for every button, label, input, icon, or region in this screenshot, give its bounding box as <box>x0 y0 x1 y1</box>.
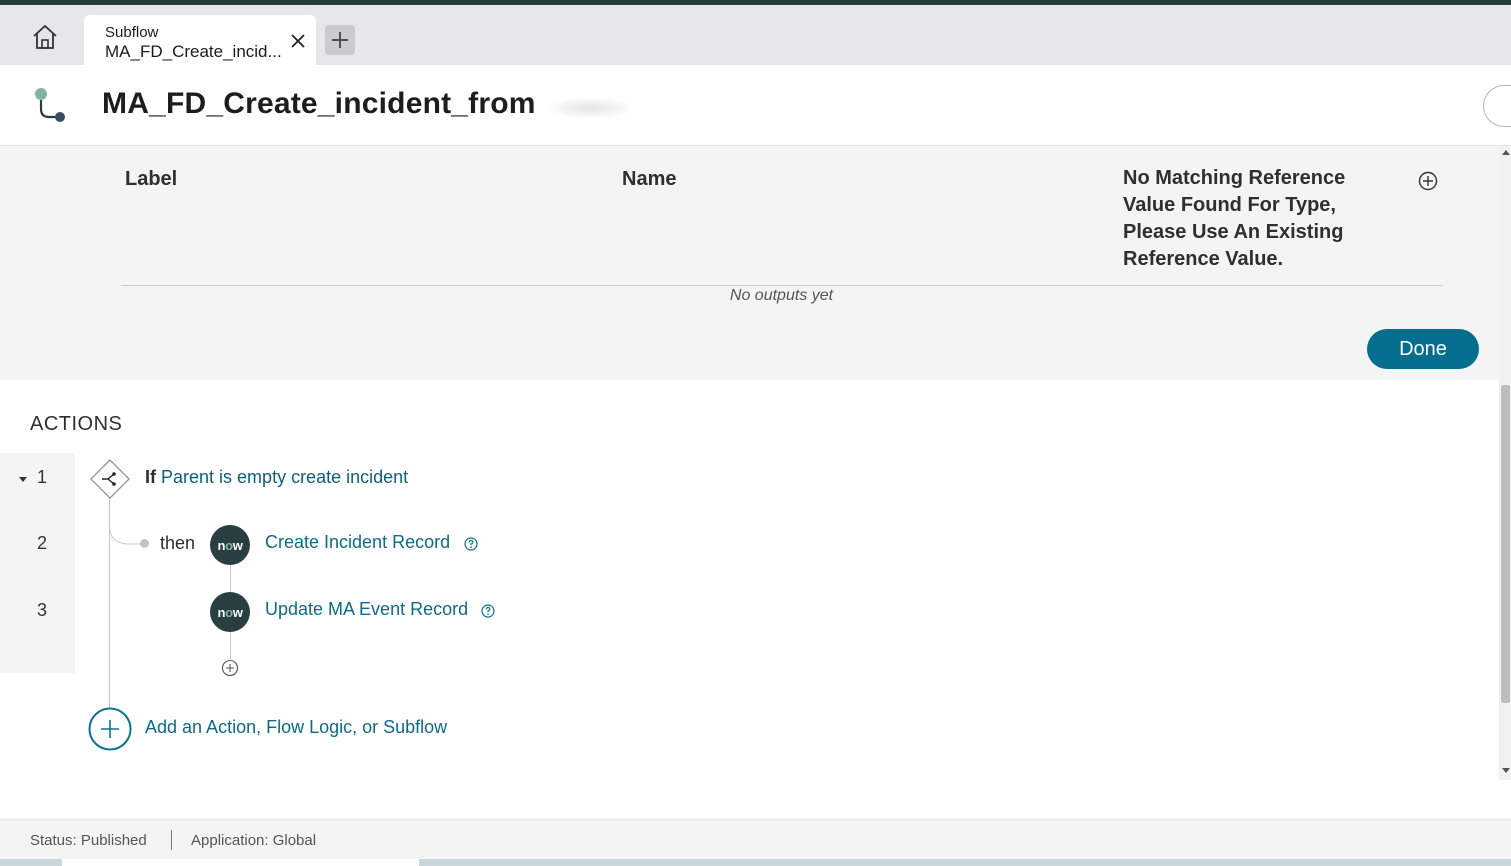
header-toggle-button[interactable] <box>1483 85 1511 127</box>
flow-header: MA_FD_Create_incident_from <box>0 65 1511 146</box>
help-icon[interactable] <box>481 604 495 618</box>
action-create-incident-record[interactable]: Create Incident Record <box>265 532 450 553</box>
done-button[interactable]: Done <box>1367 329 1479 369</box>
home-button[interactable] <box>24 19 66 55</box>
if-condition[interactable]: If Parent is empty create incident <box>145 467 408 488</box>
subflow-icon <box>35 88 65 122</box>
action-update-ma-event-record[interactable]: Update MA Event Record <box>265 599 468 620</box>
status-bar: Status: Published Application: Global <box>0 819 1511 860</box>
now-logo-icon: now <box>210 525 250 565</box>
status-divider <box>171 830 172 850</box>
row-number: 2 <box>37 533 48 553</box>
scrollbar-thumb[interactable] <box>1501 385 1510 703</box>
flow-logic-diamond[interactable] <box>90 459 130 499</box>
plus-icon <box>332 32 348 48</box>
collapse-caret-icon[interactable] <box>19 477 27 482</box>
add-action-link[interactable]: Add an Action, Flow Logic, or Subflow <box>145 717 447 738</box>
outputs-divider <box>121 285 1443 286</box>
scroll-up-arrow-icon[interactable] <box>1502 150 1510 155</box>
empty-outputs-text: No outputs yet <box>729 287 834 304</box>
help-icon[interactable] <box>464 537 478 551</box>
column-header-reference: No Matching Reference Value Found For Ty… <box>1123 167 1346 270</box>
column-header-name: Name <box>622 168 677 190</box>
bottom-panel-tab[interactable] <box>62 859 419 866</box>
if-keyword: If <box>145 467 156 487</box>
redacted-area <box>545 97 635 119</box>
page-title: MA_FD_Create_incident_from <box>102 87 536 120</box>
tab-type-label: Subflow <box>105 24 159 41</box>
tab-name-label: MA_FD_Create_incid... <box>105 42 282 61</box>
close-icon[interactable] <box>288 31 308 51</box>
scroll-down-arrow-icon[interactable] <box>1502 768 1510 773</box>
status-label: Status: Published <box>30 832 147 849</box>
add-output-icon[interactable] <box>1418 171 1438 191</box>
home-icon <box>33 24 57 49</box>
add-tab-button[interactable] <box>325 25 355 55</box>
row-number: 1 <box>37 467 48 487</box>
branch-icon <box>90 459 130 499</box>
tab-bar: Subflow MA_FD_Create_incid... <box>0 5 1511 65</box>
column-header-label: Label <box>125 168 178 190</box>
actions-heading: ACTIONS <box>30 413 123 435</box>
if-condition-label: Parent is empty create incident <box>161 467 409 487</box>
add-step-icon[interactable] <box>221 659 239 677</box>
then-dot <box>140 539 149 548</box>
now-logo-icon: now <box>210 592 250 632</box>
tab-subflow[interactable]: Subflow MA_FD_Create_incid... <box>84 15 316 65</box>
add-action-icon[interactable] <box>88 707 132 751</box>
row-number: 3 <box>37 600 48 620</box>
then-label: then <box>160 533 196 553</box>
application-label: Application: Global <box>191 832 317 849</box>
outputs-panel: Label Name No Matching Reference Value F… <box>0 146 1499 380</box>
